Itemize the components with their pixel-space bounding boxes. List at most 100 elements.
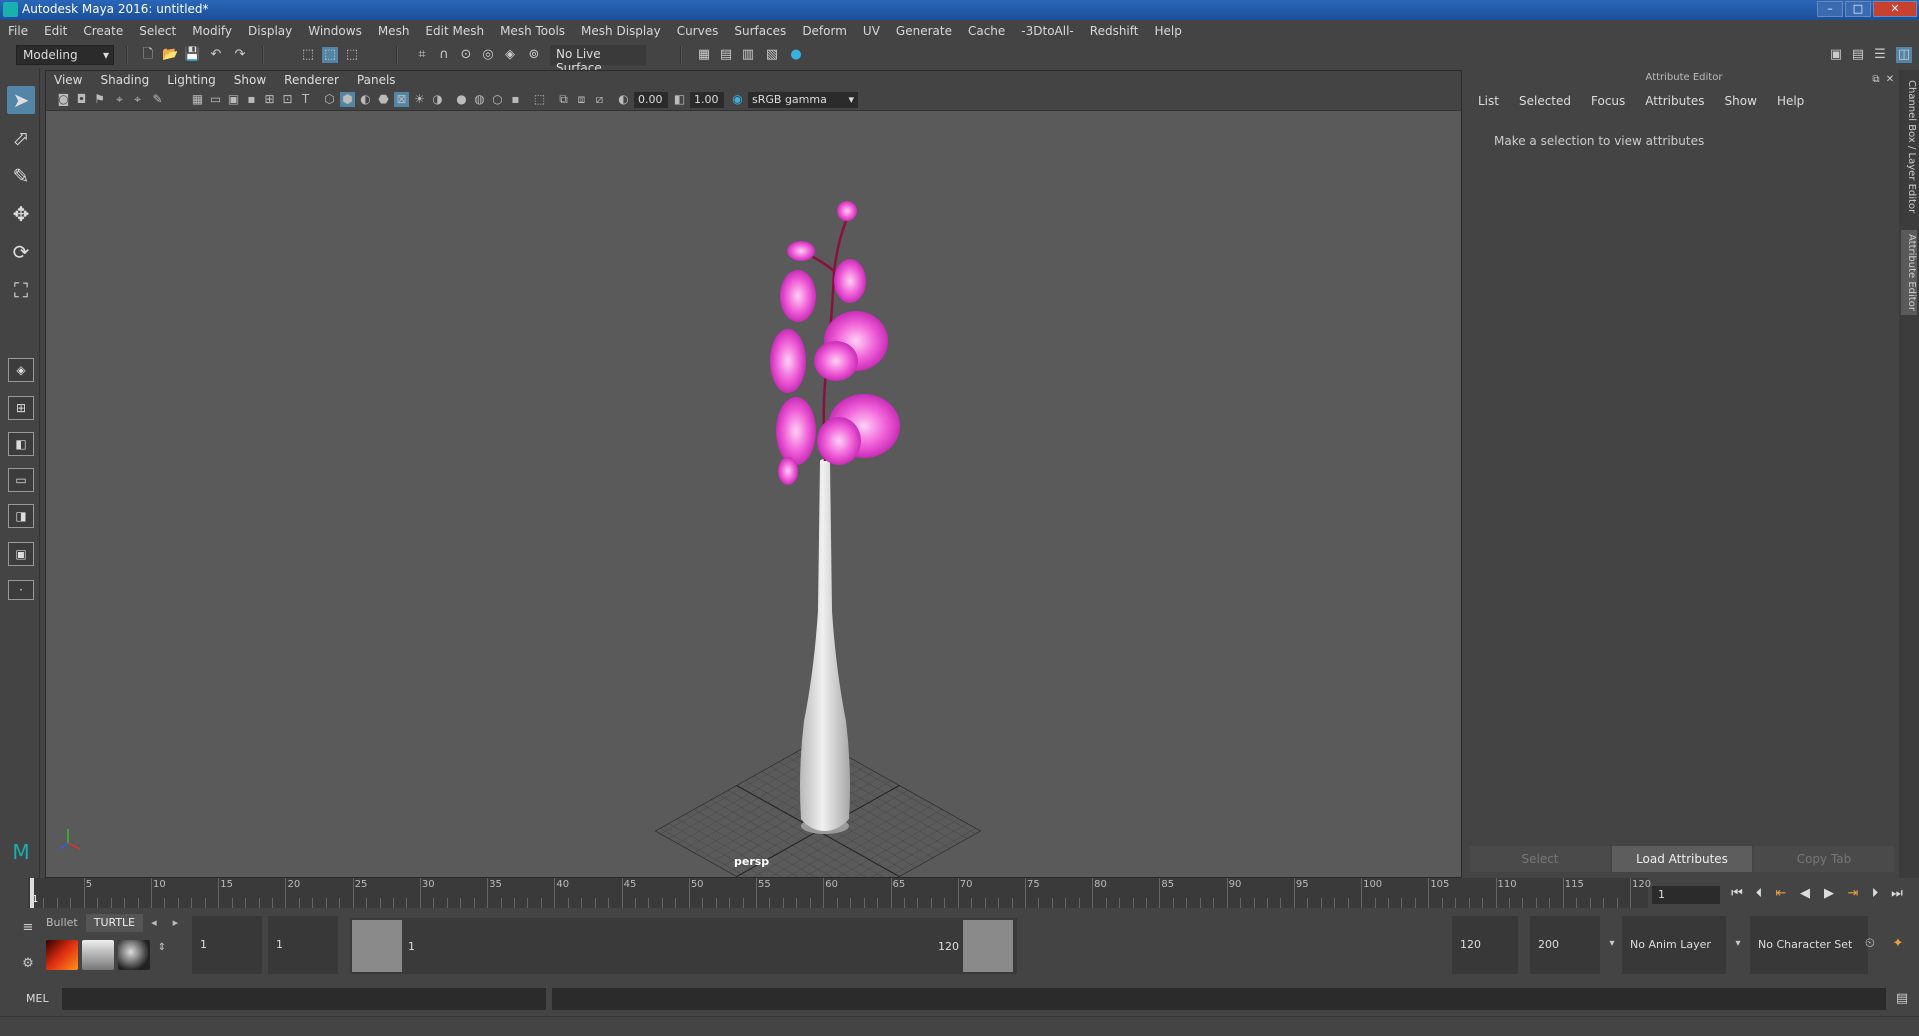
close-panel-icon[interactable]: ✕ (1882, 72, 1898, 88)
new-scene-icon[interactable]: 🗋 (140, 47, 156, 63)
channel-box-toggle-icon[interactable]: ◫ (1896, 47, 1912, 63)
render-settings-icon[interactable]: ▧ (764, 47, 780, 63)
script-editor-icon[interactable]: ▤ (1894, 991, 1910, 1007)
maximize-button[interactable]: □ (1845, 1, 1871, 17)
scale-tool-icon[interactable]: ⛶ (7, 276, 35, 304)
play-backward-icon[interactable]: ◀ (1796, 884, 1814, 904)
current-time-indicator[interactable] (30, 878, 34, 908)
menu-display[interactable]: Display (248, 24, 292, 38)
menu-deform[interactable]: Deform (802, 24, 847, 38)
snap-live-icon[interactable]: ⊚ (526, 47, 542, 63)
menu-mesh-tools[interactable]: Mesh Tools (500, 24, 565, 38)
render-frame-icon[interactable]: ▤ (718, 47, 734, 63)
close-button[interactable]: ✕ (1873, 1, 1917, 17)
menu-mesh-display[interactable]: Mesh Display (581, 24, 661, 38)
shelf-scroll-left-icon[interactable]: ◂ (143, 914, 165, 932)
shelf-scroll-icon[interactable]: ⇕ (154, 940, 170, 956)
current-frame-field[interactable]: 1 (1652, 886, 1720, 904)
channel-box-tab[interactable]: Channel Box / Layer Editor (1901, 80, 1917, 213)
auto-key-icon[interactable]: ⏲ (1862, 936, 1878, 952)
snap-surface-icon[interactable]: ◈ (502, 47, 518, 63)
step-forward-key-icon[interactable]: ⏵ (1866, 884, 1884, 904)
persp-outliner-layout-icon[interactable]: ◨ (8, 504, 34, 528)
go-to-start-icon[interactable]: ⏮ (1728, 884, 1746, 904)
attr-menu-focus[interactable]: Focus (1591, 94, 1625, 108)
shelf-scroll-right-icon[interactable]: ▸ (165, 914, 187, 932)
select-tool-icon[interactable]: ➤ (7, 86, 35, 114)
render-region-icon[interactable]: ▦ (696, 47, 712, 63)
lasso-tool-icon[interactable]: ⬀ (7, 124, 35, 152)
rotate-tool-icon[interactable]: ⟳ (7, 238, 35, 266)
side-by-side-layout-icon[interactable]: ◧ (8, 432, 34, 456)
save-scene-icon[interactable]: 💾 (184, 47, 200, 63)
attr-menu-selected[interactable]: Selected (1519, 94, 1571, 108)
menu-windows[interactable]: Windows (308, 24, 362, 38)
menu-modify[interactable]: Modify (192, 24, 232, 38)
attr-menu-attributes[interactable]: Attributes (1645, 94, 1704, 108)
attr-menu-show[interactable]: Show (1725, 94, 1757, 108)
attribute-editor-tab[interactable]: Attribute Editor (1901, 230, 1917, 315)
undo-icon[interactable]: ↶ (208, 47, 224, 63)
animation-start-field[interactable]: 1 (192, 916, 262, 974)
animation-preferences-icon[interactable]: ✦ (1890, 936, 1906, 952)
go-to-end-icon[interactable]: ⏭ (1888, 884, 1906, 904)
shelf-settings-icon[interactable]: ⚙ (20, 956, 36, 972)
ipr-render-icon[interactable]: ▥ (740, 47, 756, 63)
snap-point-icon[interactable]: ⊙ (458, 47, 474, 63)
paint-select-tool-icon[interactable]: ✎ (7, 162, 35, 190)
select-button[interactable]: Select (1470, 846, 1610, 872)
shelf-tab-bullet[interactable]: Bullet (38, 914, 86, 932)
select-object-icon[interactable]: ⬚ (322, 47, 338, 63)
chevron-down-icon[interactable]: ▾ (1730, 936, 1746, 952)
playback-start-field[interactable]: 1 (268, 916, 338, 974)
attribute-editor-toggle-icon[interactable]: ▤ (1850, 47, 1866, 63)
move-tool-icon[interactable]: ✥ (7, 200, 35, 228)
chevron-down-icon[interactable]: ▾ (1604, 936, 1620, 952)
turtle-render-icon[interactable] (46, 940, 78, 970)
modeling-toolkit-icon[interactable]: ▣ (1828, 47, 1844, 63)
character-set-dropdown[interactable]: No Character Set (1750, 916, 1868, 974)
menu-cache[interactable]: Cache (968, 24, 1005, 38)
range-slider-bar[interactable]: 1 120 (350, 918, 1017, 974)
attr-menu-list[interactable]: List (1478, 94, 1499, 108)
minimize-button[interactable]: – (1817, 1, 1843, 17)
redo-icon[interactable]: ↷ (232, 47, 248, 63)
menu-file[interactable]: File (8, 24, 28, 38)
menu-uv[interactable]: UV (863, 24, 880, 38)
four-view-layout-icon[interactable]: ⊞ (8, 396, 34, 420)
single-view-layout-icon[interactable]: ◈ (8, 358, 34, 382)
menu-generate[interactable]: Generate (896, 24, 952, 38)
select-hierarchy-icon[interactable]: ⬚ (300, 47, 316, 63)
menu-help[interactable]: Help (1154, 24, 1181, 38)
menu-redshift[interactable]: Redshift (1090, 24, 1139, 38)
shelf-tab-turtle[interactable]: TURTLE (85, 914, 144, 932)
menu-select[interactable]: Select (139, 24, 176, 38)
menu-3dtoall[interactable]: -3DtoAll- (1021, 24, 1073, 38)
menu-curves[interactable]: Curves (677, 24, 719, 38)
turtle-surface-icon[interactable] (118, 940, 150, 970)
custom-layout-icon[interactable]: · (8, 580, 34, 600)
hypershade-icon[interactable]: ● (788, 47, 804, 63)
step-back-frame-icon[interactable]: ⇤ (1772, 884, 1790, 904)
menu-edit-mesh[interactable]: Edit Mesh (425, 24, 484, 38)
copy-tab-button[interactable]: Copy Tab (1754, 846, 1894, 872)
menu-set-dropdown[interactable]: Modeling ▾ (16, 45, 114, 65)
persp-hypershade-layout-icon[interactable]: ▣ (8, 542, 34, 566)
tool-settings-icon[interactable]: ☰ (1872, 47, 1888, 63)
attr-menu-help[interactable]: Help (1777, 94, 1804, 108)
live-surface-field[interactable]: No Live Surface (550, 45, 646, 75)
range-end-handle[interactable] (963, 920, 1013, 972)
menu-surfaces[interactable]: Surfaces (734, 24, 786, 38)
select-component-icon[interactable]: ⬚ (344, 47, 360, 63)
snap-grid-icon[interactable]: ⌗ (414, 47, 430, 63)
menu-edit[interactable]: Edit (44, 24, 67, 38)
time-slider[interactable]: 1 5 10 15 20 25 30 35 40 45 50 55 60 65 70 75 80 85 90 95 10… (28, 878, 1651, 908)
step-back-key-icon[interactable]: ⏴ (1750, 884, 1768, 904)
shelf-menu-icon[interactable]: ≡ (20, 920, 36, 936)
viewport-panel[interactable]: View Shading Lighting Show Renderer Pane… (45, 70, 1462, 878)
animation-end-field[interactable]: 200 (1530, 916, 1600, 974)
open-scene-icon[interactable]: 📂 (162, 47, 178, 63)
menu-create[interactable]: Create (83, 24, 123, 38)
snap-curve-icon[interactable]: ∩ (436, 47, 452, 63)
persp-graph-layout-icon[interactable]: ▭ (8, 468, 34, 492)
